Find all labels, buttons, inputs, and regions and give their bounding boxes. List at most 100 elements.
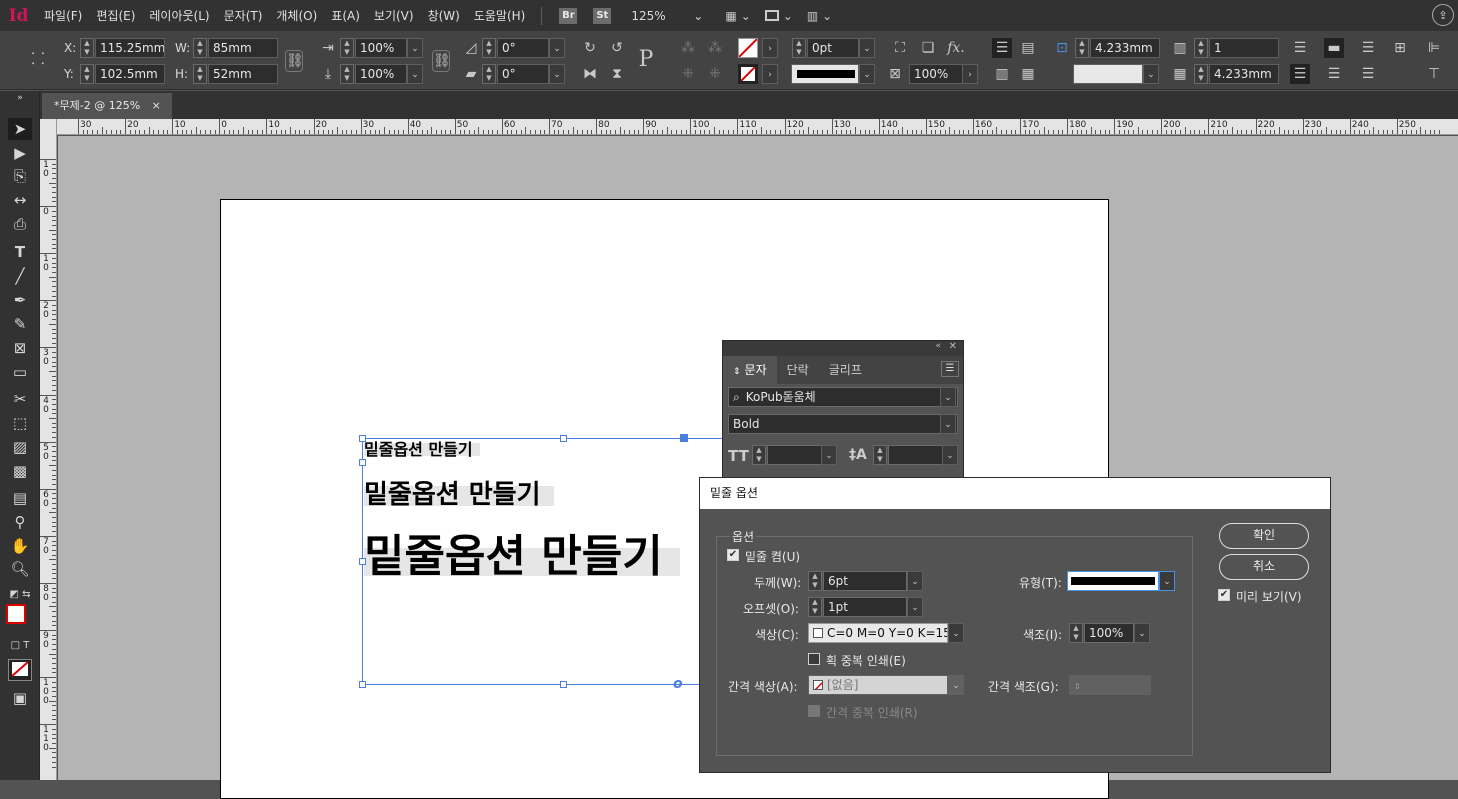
- align-center-icon[interactable]: ☰: [1290, 64, 1310, 84]
- gap-tint-field[interactable]: ⇕: [1069, 675, 1151, 695]
- scale-y-dropdown[interactable]: ⌄: [407, 64, 423, 84]
- frame-in-port-handle[interactable]: [680, 434, 688, 442]
- select-next-icon[interactable]: ⁜: [705, 64, 725, 84]
- scale-y-spinner[interactable]: ▲ ▼: [340, 64, 354, 84]
- underline-on-checkbox[interactable]: ✔: [727, 549, 739, 561]
- column-gutter-field[interactable]: 4.233mm: [1090, 38, 1160, 58]
- align-top-icon[interactable]: ☰: [1290, 38, 1310, 58]
- underline-type-select[interactable]: [1067, 571, 1159, 591]
- justify-vertical-icon[interactable]: ☰: [1358, 38, 1378, 58]
- arrange-documents-button[interactable]: ▥ ⌄: [807, 9, 832, 23]
- vertical-ruler[interactable]: 1 0 0 1 0 2 0 3 0 4 0 5 0 6 0 7 0 8 0 9 0 1 0 0 1 1 …: [40, 119, 57, 780]
- stroke-type-dropdown[interactable]: ⌄: [859, 64, 875, 84]
- tab-paragraph[interactable]: 단락: [777, 356, 819, 384]
- document-tab[interactable]: *무제-2 @ 125% ×: [42, 93, 172, 119]
- offset-spinner[interactable]: ▲ ▼: [808, 597, 822, 617]
- overprint-gap-checkbox[interactable]: [808, 705, 820, 717]
- justify-top-icon[interactable]: ▬: [1324, 38, 1344, 58]
- leading-dropdown[interactable]: ⌄: [942, 445, 958, 465]
- flip-vertical-icon[interactable]: ⧗: [607, 64, 627, 84]
- menu-view[interactable]: 보기(V): [367, 7, 421, 24]
- flip-horizontal-icon[interactable]: ⧓: [580, 64, 600, 84]
- rectangle-frame-tool-icon[interactable]: ⊠: [8, 337, 32, 359]
- scale-x-field[interactable]: 100%: [355, 38, 407, 58]
- shear-spinner[interactable]: ▲ ▼: [482, 64, 496, 84]
- font-style-dropdown[interactable]: ⌄: [940, 414, 956, 434]
- effects-fx-icon[interactable]: fx.: [946, 38, 966, 58]
- font-size-dropdown[interactable]: ⌄: [821, 445, 837, 465]
- tab-character[interactable]: ⇕ 문자: [723, 356, 777, 384]
- scale-x-spinner[interactable]: ▲ ▼: [340, 38, 354, 58]
- panel-title-bar[interactable]: « ✕: [723, 341, 963, 356]
- gap-color-select[interactable]: [없음]: [808, 675, 948, 695]
- rotate-spinner[interactable]: ▲ ▼: [482, 38, 496, 58]
- font-style-select[interactable]: Bold: [728, 414, 958, 434]
- align-left-edges-icon[interactable]: ⊫: [1424, 38, 1444, 58]
- offset-field[interactable]: 1pt: [823, 597, 907, 617]
- ok-button[interactable]: 확인: [1219, 523, 1309, 549]
- menu-table[interactable]: 표(A): [324, 7, 367, 24]
- collapse-panel-icon[interactable]: «: [935, 341, 941, 351]
- rotate-field[interactable]: 0°: [497, 38, 549, 58]
- menu-type[interactable]: 문자(T): [217, 7, 270, 24]
- scale-x-dropdown[interactable]: ⌄: [407, 38, 423, 58]
- menu-object[interactable]: 개체(O): [269, 7, 324, 24]
- select-container-icon[interactable]: ⁂: [678, 38, 698, 58]
- scissors-tool-icon[interactable]: ✂: [8, 388, 32, 410]
- preview-checkbox[interactable]: ✔: [1218, 589, 1230, 601]
- text-wrap-jump-icon[interactable]: ▥: [992, 64, 1012, 84]
- frame-handle-bottom-left[interactable]: [359, 681, 366, 688]
- font-family-select[interactable]: ⌕ KoPub돋움체: [728, 387, 958, 407]
- screen-mode-button[interactable]: ⌄: [764, 9, 793, 23]
- corner-options-icon[interactable]: ⛶: [890, 38, 910, 58]
- underline-type-dropdown[interactable]: ⌄: [1159, 571, 1175, 591]
- gap-tool-icon[interactable]: ↔: [8, 189, 32, 211]
- shear-field[interactable]: 0°: [497, 64, 549, 84]
- eyedropper-tool-icon[interactable]: ⚲: [8, 511, 32, 533]
- text-wrap-bbox-icon[interactable]: ▤: [1018, 38, 1038, 58]
- justify-bottom-icon[interactable]: ☰: [1324, 64, 1344, 84]
- leading-spinner[interactable]: ▲ ▼: [873, 445, 887, 465]
- bridge-button[interactable]: Br: [559, 7, 578, 24]
- y-spinner[interactable]: ▲ ▼: [80, 64, 94, 84]
- pen-tool-icon[interactable]: ✒: [8, 289, 32, 311]
- gradient-swatch-tool-icon[interactable]: ▨: [8, 436, 32, 458]
- column-gutter-spinner[interactable]: ▲ ▼: [1075, 38, 1089, 58]
- stroke-weight-dropdown[interactable]: ⌄: [859, 38, 875, 58]
- weight-dropdown[interactable]: ⌄: [907, 571, 923, 591]
- menu-layout[interactable]: 레이아웃(L): [142, 7, 216, 24]
- share-button[interactable]: ⇪: [1432, 4, 1454, 26]
- auto-size-icon[interactable]: ⊞: [1390, 38, 1410, 58]
- x-field[interactable]: 115.25mm: [95, 38, 165, 58]
- rotate-ccw-icon[interactable]: ↺: [607, 38, 627, 58]
- corner-options-handle-icon[interactable]: o: [673, 676, 683, 692]
- note-tool-icon[interactable]: ▤: [8, 487, 32, 509]
- dialog-title[interactable]: 밑줄 옵션: [700, 478, 1330, 509]
- cancel-button[interactable]: 취소: [1219, 554, 1309, 580]
- font-size-spinner[interactable]: ▲ ▼: [752, 445, 766, 465]
- screen-mode-normal-icon[interactable]: ▣: [8, 687, 32, 709]
- stroke-type-select[interactable]: [791, 64, 859, 84]
- rotate-dropdown[interactable]: ⌄: [549, 38, 565, 58]
- type-tool-icon[interactable]: T: [8, 241, 32, 263]
- justify-spread-icon[interactable]: ☰: [1358, 64, 1378, 84]
- page-tool-icon[interactable]: ⎘: [8, 165, 32, 187]
- rotate-cw-icon[interactable]: ↻: [580, 38, 600, 58]
- drop-shadow-icon[interactable]: ❏: [918, 38, 938, 58]
- h-field[interactable]: 52mm: [208, 64, 278, 84]
- line-tool-icon[interactable]: ╱: [8, 265, 32, 287]
- weight-field[interactable]: 6pt: [823, 571, 907, 591]
- view-options-button[interactable]: ▦ ⌄: [725, 9, 750, 23]
- column-count-field[interactable]: 1: [1209, 38, 1279, 58]
- frame-handle-bottom-center[interactable]: [560, 681, 567, 688]
- tab-glyphs[interactable]: 글리프: [819, 356, 872, 384]
- close-icon[interactable]: ✕: [949, 341, 957, 352]
- close-icon[interactable]: ×: [152, 99, 161, 112]
- tint-spinner[interactable]: ▲ ▼: [1069, 623, 1083, 643]
- menu-edit[interactable]: 편집(E): [89, 7, 142, 24]
- pencil-tool-icon[interactable]: ✎: [8, 313, 32, 335]
- apply-none-icon[interactable]: [8, 659, 32, 681]
- content-collector-tool-icon[interactable]: ⎙: [8, 213, 32, 235]
- constrain-proportions-icon[interactable]: ⛓: [285, 50, 304, 72]
- panel-menu-icon[interactable]: ☰: [941, 361, 959, 377]
